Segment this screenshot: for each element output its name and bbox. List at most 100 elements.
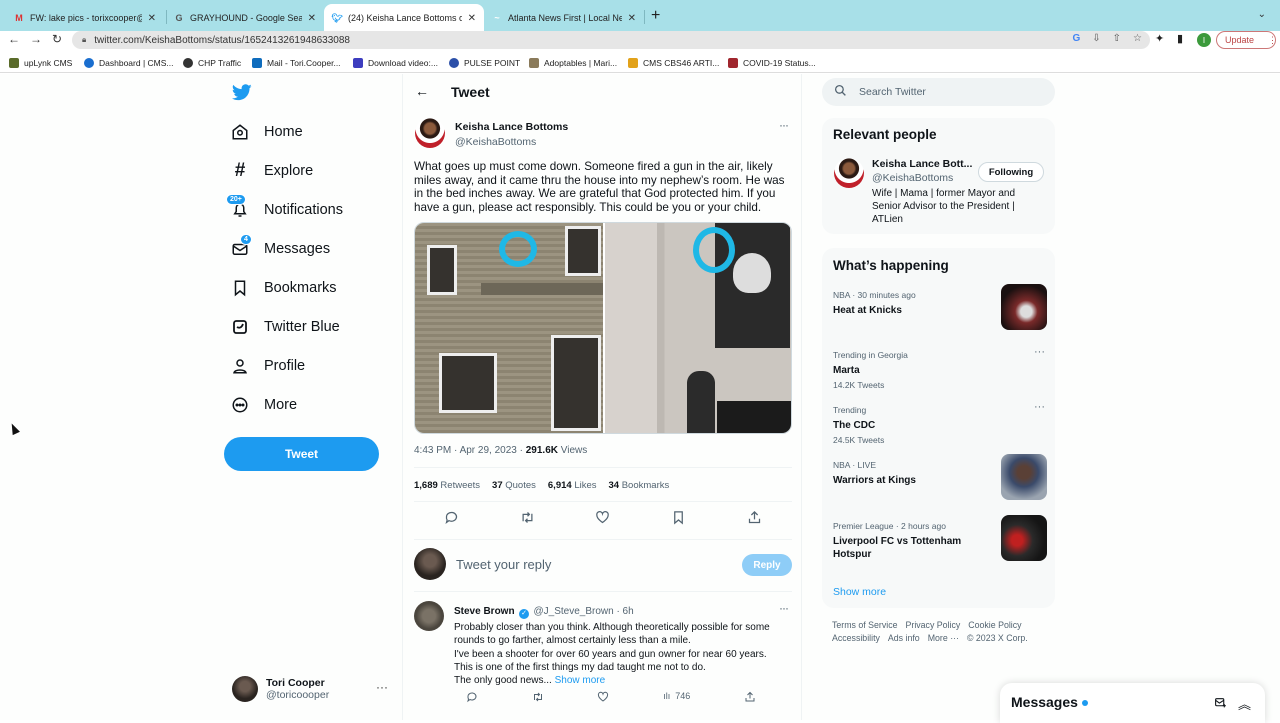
reply-icon[interactable] [466, 691, 478, 705]
author-name[interactable]: Keisha Lance Bottoms [455, 121, 568, 133]
reply-author-handle[interactable]: @J_Steve_Brown · 6h [533, 606, 633, 617]
reply-icon[interactable] [444, 510, 459, 530]
likes-stat[interactable]: 6,914 Likes [548, 480, 597, 491]
share-icon[interactable] [747, 510, 762, 530]
nav-more[interactable]: More [230, 395, 297, 415]
bedroom-interior-photo[interactable] [603, 223, 791, 433]
following-button[interactable]: Following [978, 162, 1044, 182]
trend-item[interactable]: Trending The CDC 24.5K Tweets ··· [833, 401, 1047, 445]
update-button[interactable]: Update ⋮ [1216, 31, 1277, 49]
reply-more-icon[interactable]: ··· [779, 601, 789, 615]
profile-avatar[interactable]: I [1197, 33, 1211, 47]
reply-button[interactable]: Reply [742, 554, 792, 576]
retweets-stat[interactable]: 1,689 Retweets [414, 480, 480, 491]
nav-messages[interactable]: 4 Messages [230, 234, 330, 259]
bookmark-item[interactable]: COVID-19 Status... [728, 58, 816, 68]
footer-link[interactable]: More ··· [928, 633, 959, 643]
back-button[interactable]: ← [8, 32, 20, 46]
trend-item[interactable]: Trending in Georgia Marta 14.2K Tweets ·… [833, 346, 1047, 390]
bookmark-item[interactable]: CHP Traffic [183, 58, 241, 68]
forward-button[interactable]: → [30, 32, 42, 46]
retweet-icon[interactable] [532, 691, 544, 705]
retweet-icon[interactable] [520, 510, 535, 530]
account-switcher[interactable]: Tori Cooper @toricoooper [232, 676, 329, 702]
nav-explore[interactable]: # Explore [230, 160, 313, 181]
footer-link[interactable]: Accessibility [832, 633, 880, 643]
bookmark-item[interactable]: CMS CBS46 ARTI... [628, 58, 719, 68]
divider [414, 539, 792, 540]
tab-atlanta-news[interactable]: ~ Atlanta News First | Local New ✕ [484, 4, 644, 32]
avatar[interactable] [414, 601, 444, 631]
nav-twitter-blue[interactable]: Twitter Blue [230, 317, 340, 337]
footer-link[interactable]: Ads info [888, 633, 920, 643]
show-more-link[interactable]: Show more [555, 675, 606, 686]
trend-item[interactable]: NBA · LIVE Warriors at Kings [833, 454, 1047, 500]
bookmark-item[interactable]: Download video:... [353, 58, 438, 68]
tab-twitter[interactable]: 🐦︎ (24) Keisha Lance Bottoms on ✕ [324, 4, 484, 32]
porch-roof [481, 283, 603, 295]
avatar[interactable] [415, 118, 445, 148]
install-icon[interactable]: ⇩ [1092, 33, 1100, 44]
bookmark-icon[interactable] [671, 510, 686, 530]
tab-gmail[interactable]: M FW: lake pics - torixcooper@g ✕ [6, 4, 164, 32]
compose-tweet-button[interactable]: Tweet [224, 437, 379, 471]
back-arrow-icon[interactable]: ← [415, 83, 429, 99]
trend-thumbnail [1001, 284, 1047, 330]
house-exterior-photo[interactable] [415, 223, 603, 433]
tweet-more-icon[interactable]: ··· [779, 118, 789, 132]
account-more-icon[interactable]: ··· [376, 680, 388, 694]
side-panel-icon[interactable]: ▮ [1177, 32, 1183, 45]
monitor [717, 401, 791, 433]
messages-drawer[interactable]: Messages ︽ [1000, 683, 1265, 723]
like-icon[interactable] [595, 510, 610, 530]
star-icon[interactable]: ☆ [1133, 33, 1142, 44]
tab-google[interactable]: G GRAYHOUND - Google Search ✕ [166, 4, 324, 32]
new-tab-button[interactable]: + [651, 7, 660, 25]
bookmark-item[interactable]: Dashboard | CMS... [84, 58, 174, 68]
footer-link[interactable]: Privacy Policy [906, 620, 961, 630]
bookmark-item[interactable]: Mail - Tori.Cooper... [252, 58, 341, 68]
views-stat[interactable]: ılı 746 [663, 691, 690, 705]
trend-item[interactable]: NBA · 30 minutes ago Heat at Knicks [833, 284, 1047, 330]
address-bar[interactable]: 🔒︎ twitter.com/KeishaBottoms/status/1652… [72, 31, 1150, 49]
google-lens-icon[interactable]: G [1072, 33, 1080, 44]
reply-input[interactable]: Tweet your reply [456, 557, 551, 572]
nav-profile[interactable]: Profile [230, 356, 305, 376]
close-tab-icon[interactable]: ✕ [628, 13, 636, 24]
kebab-menu-icon[interactable]: ⋮ [1268, 35, 1277, 46]
trend-more-icon[interactable]: ··· [1034, 401, 1045, 413]
tweet-author[interactable]: Keisha Lance Bottoms @KeishaBottoms [415, 118, 568, 148]
nav-home[interactable]: Home [230, 122, 303, 142]
twitter-logo-icon[interactable] [231, 84, 252, 106]
expand-chevron-icon[interactable]: ︽ [1238, 694, 1251, 713]
share-icon[interactable]: ⇧ [1113, 33, 1121, 44]
footer-link[interactable]: Cookie Policy [968, 620, 1021, 630]
tab-search-chevron-icon[interactable]: ⌄ [1258, 9, 1266, 20]
bookmark-item[interactable]: upLynk CMS [9, 58, 72, 68]
footer-link[interactable]: Terms of Service [832, 620, 898, 630]
new-message-icon[interactable] [1214, 696, 1227, 714]
bookmark-item[interactable]: PULSE POINT [449, 58, 520, 68]
quotes-stat[interactable]: 37 Quotes [492, 480, 536, 491]
extensions-icon[interactable]: ✦ [1155, 32, 1164, 45]
close-tab-icon[interactable]: ✕ [468, 13, 476, 24]
bookmarks-stat[interactable]: 34 Bookmarks [609, 480, 670, 491]
tweet-media[interactable] [414, 222, 792, 434]
reply-tweet[interactable]: Steve Brown ✓ @J_Steve_Brown · 6h Probab… [414, 601, 792, 703]
nav-bookmarks[interactable]: Bookmarks [230, 278, 337, 298]
twitter-blue-icon [230, 317, 250, 337]
close-tab-icon[interactable]: ✕ [148, 13, 156, 24]
reload-button[interactable]: ↻ [52, 32, 62, 46]
author-handle[interactable]: @KeishaBottoms [455, 136, 568, 148]
like-icon[interactable] [597, 691, 609, 705]
reply-author-name[interactable]: Steve Brown [454, 606, 515, 617]
show-more-link[interactable]: Show more [833, 586, 886, 598]
share-icon[interactable] [744, 691, 756, 705]
search-input[interactable]: Search Twitter [822, 78, 1055, 106]
close-tab-icon[interactable]: ✕ [308, 13, 316, 24]
trend-more-icon[interactable]: ··· [1034, 346, 1045, 358]
nav-notifications[interactable]: 20+ Notifications [226, 194, 343, 220]
avatar[interactable] [834, 158, 864, 188]
trend-item[interactable]: Premier League · 2 hours ago Liverpool F… [833, 515, 1047, 561]
bookmark-item[interactable]: Adoptables | Mari... [529, 58, 617, 68]
